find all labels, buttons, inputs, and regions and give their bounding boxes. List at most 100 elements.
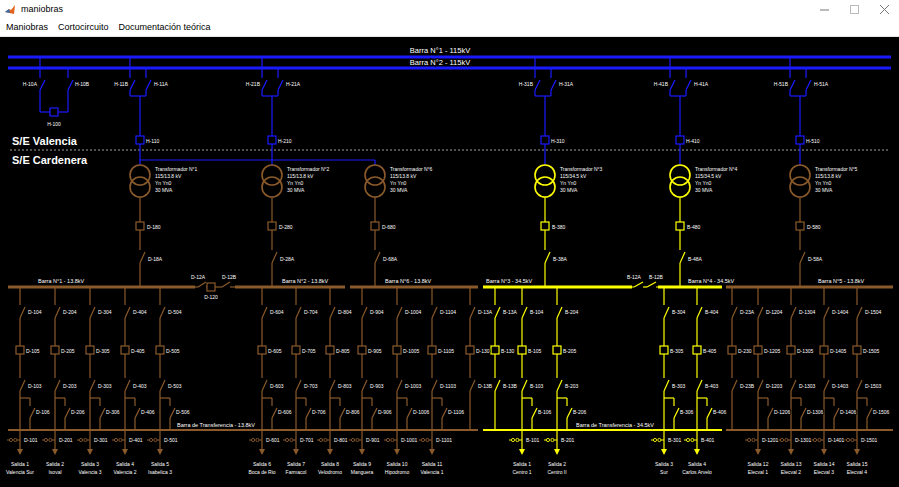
output-switch-icon[interactable] [77, 438, 90, 441]
breaker[interactable] [258, 346, 266, 354]
output-switch-icon[interactable] [42, 438, 55, 441]
disconnector[interactable] [522, 380, 527, 391]
breaker[interactable] [326, 346, 334, 354]
output-switch-icon[interactable] [745, 438, 758, 441]
disconnector[interactable] [867, 408, 872, 418]
disconnector[interactable] [495, 307, 500, 318]
close-button[interactable] [869, 0, 899, 19]
disconnector[interactable] [674, 408, 679, 418]
breaker[interactable] [541, 136, 549, 144]
disconnector[interactable] [790, 80, 795, 90]
disconnector[interactable] [160, 380, 165, 391]
disconnector[interactable] [278, 80, 283, 90]
disconnector[interactable] [372, 408, 377, 418]
breaker[interactable] [121, 346, 129, 354]
disconnector[interactable] [65, 408, 70, 418]
disconnector[interactable] [296, 307, 301, 318]
disconnector[interactable] [791, 307, 796, 318]
disconnector[interactable] [330, 307, 335, 318]
breaker[interactable] [393, 346, 401, 354]
disconnector[interactable] [100, 408, 105, 418]
output-switch-icon[interactable] [509, 438, 522, 441]
disconnector[interactable] [647, 282, 656, 287]
disconnector[interactable] [470, 380, 475, 391]
disconnector[interactable] [330, 380, 335, 391]
disconnector[interactable] [707, 408, 712, 418]
disconnector[interactable] [824, 307, 829, 318]
breaker[interactable] [796, 136, 804, 144]
output-switch-icon[interactable] [384, 438, 397, 441]
disconnector[interactable] [125, 307, 130, 318]
breaker[interactable] [156, 346, 164, 354]
disconnector[interactable] [557, 307, 562, 318]
disconnector[interactable] [470, 307, 475, 318]
disconnector[interactable] [857, 307, 862, 318]
disconnector[interactable] [522, 307, 527, 318]
output-switch-icon[interactable] [651, 438, 664, 441]
disconnector[interactable] [686, 80, 691, 90]
output-switch-icon[interactable] [544, 438, 557, 441]
disconnector[interactable] [407, 408, 412, 418]
output-switch-icon[interactable] [249, 438, 262, 441]
disconnector[interactable] [697, 380, 702, 391]
disconnector[interactable] [664, 307, 669, 318]
breaker[interactable] [358, 346, 366, 354]
breaker[interactable] [51, 346, 59, 354]
breaker[interactable] [428, 346, 436, 354]
breaker[interactable] [553, 346, 561, 354]
disconnector[interactable] [170, 408, 175, 418]
disconnector[interactable] [55, 380, 60, 391]
output-switch-icon[interactable] [684, 438, 697, 441]
disconnector[interactable] [30, 408, 35, 418]
breaker[interactable] [676, 136, 684, 144]
disconnector[interactable] [834, 408, 839, 418]
disconnector[interactable] [732, 307, 737, 318]
disconnector[interactable] [824, 380, 829, 391]
breaker[interactable] [754, 346, 762, 354]
breaker[interactable] [268, 222, 276, 230]
disconnector[interactable] [306, 408, 311, 418]
output-switch-icon[interactable] [419, 438, 432, 441]
breaker[interactable] [16, 346, 24, 354]
disconnector[interactable] [495, 380, 500, 391]
disconnector[interactable] [20, 307, 25, 318]
disconnector[interactable] [732, 380, 737, 391]
disconnector[interactable] [535, 80, 540, 90]
disconnector[interactable] [567, 408, 572, 418]
disconnector[interactable] [670, 80, 675, 90]
disconnector[interactable] [557, 380, 562, 391]
breaker[interactable] [292, 346, 300, 354]
disconnector[interactable] [442, 408, 447, 418]
disconnector[interactable] [140, 252, 145, 263]
menu-item[interactable]: Documentación teórica [114, 21, 216, 35]
disconnector[interactable] [432, 380, 437, 391]
disconnector[interactable] [806, 80, 811, 90]
disconnector[interactable] [800, 252, 805, 263]
disconnector[interactable] [532, 408, 537, 418]
disconnector[interactable] [68, 80, 73, 90]
minimize-button[interactable] [809, 0, 839, 19]
disconnector[interactable] [397, 307, 402, 318]
output-switch-icon[interactable] [317, 438, 330, 441]
output-switch-icon[interactable] [778, 438, 791, 441]
output-switch-icon[interactable] [811, 438, 824, 441]
disconnector[interactable] [791, 380, 796, 391]
disconnector[interactable] [262, 307, 267, 318]
breaker[interactable] [136, 222, 144, 230]
menu-item[interactable]: Cortocircuito [53, 21, 114, 35]
disconnector[interactable] [857, 380, 862, 391]
breaker[interactable] [693, 346, 701, 354]
breaker[interactable] [268, 136, 276, 144]
disconnector[interactable] [680, 252, 685, 263]
breaker[interactable] [371, 222, 379, 230]
disconnector[interactable] [90, 380, 95, 391]
disconnector[interactable] [664, 380, 669, 391]
disconnector[interactable] [551, 80, 556, 90]
disconnector[interactable] [272, 252, 277, 263]
disconnector[interactable] [262, 80, 267, 90]
breaker[interactable] [86, 346, 94, 354]
output-switch-icon[interactable] [112, 438, 125, 441]
disconnector[interactable] [545, 252, 550, 263]
output-switch-icon[interactable] [283, 438, 296, 441]
disconnector[interactable] [55, 307, 60, 318]
